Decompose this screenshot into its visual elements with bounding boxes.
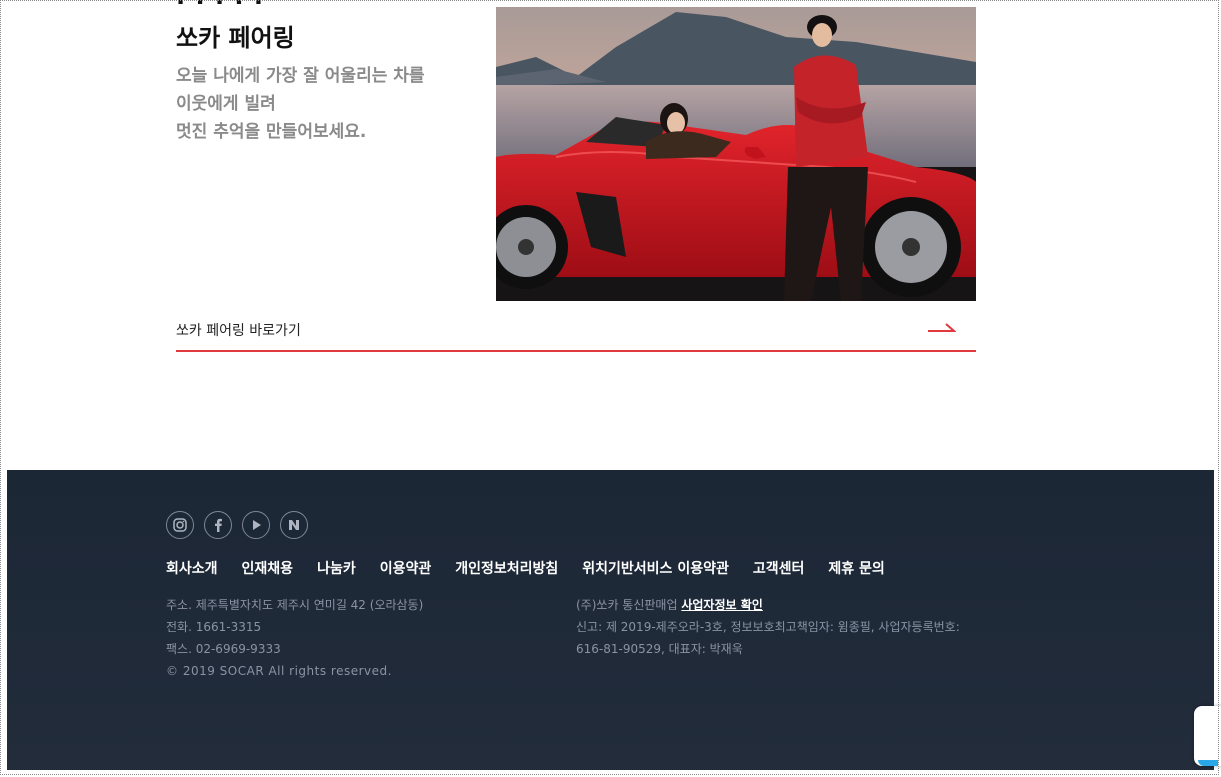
fax-text: 팩스. 02-6969-9333 <box>166 642 281 656</box>
menu-privacy[interactable]: 개인정보처리방침 <box>455 558 558 578</box>
facebook-icon[interactable] <box>204 511 232 539</box>
social-links <box>166 511 308 539</box>
business-line: (주)쏘카 통신판매업 사업자정보 확인 <box>576 594 1006 616</box>
business-info-link[interactable]: 사업자정보 확인 <box>681 598 762 612</box>
description-line: 멋진 추억을 만들어보세요. <box>176 122 367 142</box>
pairing-shortcut-link[interactable]: 쏘카 페어링 바로가기 <box>176 312 976 352</box>
section-title: 쏘카 페어링 <box>176 24 295 52</box>
address-text: 주소. 제주특별자치도 제주시 연미길 42 (오라삼동) <box>166 598 424 612</box>
menu-nanumcar[interactable]: 나눔카 <box>317 558 356 578</box>
menu-customer-center[interactable]: 고객센터 <box>753 558 805 578</box>
phone-line: 전화. 1661-3315 <box>166 616 423 638</box>
clipped-previous-heading: · · · · · <box>176 0 265 16</box>
menu-terms[interactable]: 이용약관 <box>380 558 432 578</box>
instagram-icon[interactable] <box>166 511 194 539</box>
section-description: 오늘 나에게 가장 잘 어울리는 차를 이웃에게 빌려 멋진 추억을 만들어보세… <box>176 62 476 146</box>
description-line: 이웃에게 빌려 <box>176 94 276 114</box>
registration-line-2: 616-81-90529, 대표자: 박재욱 <box>576 642 743 656</box>
arrow-right-icon <box>928 322 957 341</box>
menu-careers[interactable]: 인재채용 <box>242 558 294 578</box>
company-info: 주소. 제주특별자치도 제주시 연미길 42 (오라삼동) 전화. 1661-3… <box>166 594 423 682</box>
menu-location-terms[interactable]: 위치기반서비스 이용약관 <box>582 558 729 578</box>
copyright-text: © 2019 SOCAR All rights reserved. <box>166 664 392 678</box>
description-line: 오늘 나에게 가장 잘 어울리는 차를 <box>176 66 425 86</box>
business-prefix: (주)쏘카 통신판매업 <box>576 598 678 612</box>
phone-label: 전화. <box>166 620 192 634</box>
footer-menu: 회사소개 인재채용 나눔카 이용약관 개인정보처리방침 위치기반서비스 이용약관… <box>166 558 885 578</box>
site-footer: 회사소개 인재채용 나눔카 이용약관 개인정보처리방침 위치기반서비스 이용약관… <box>7 470 1214 770</box>
menu-company[interactable]: 회사소개 <box>166 558 218 578</box>
registration-line-1: 신고: 제 2019-제주오라-3호, 정보보호최고책임자: 윔종필, 사업자등… <box>576 620 960 634</box>
shortcut-label: 쏘카 페어링 바로가기 <box>176 323 301 339</box>
floating-chat-button[interactable] <box>1194 706 1221 766</box>
pairing-photo <box>496 7 976 301</box>
business-info: (주)쏘카 통신판매업 사업자정보 확인 신고: 제 2019-제주오라-3호,… <box>576 594 1006 660</box>
floating-accent-bar <box>1198 760 1218 766</box>
naver-icon[interactable] <box>280 511 308 539</box>
youtube-icon[interactable] <box>242 511 270 539</box>
menu-partnership[interactable]: 제휴 문의 <box>828 558 884 578</box>
phone-number: 1661-3315 <box>195 620 262 634</box>
